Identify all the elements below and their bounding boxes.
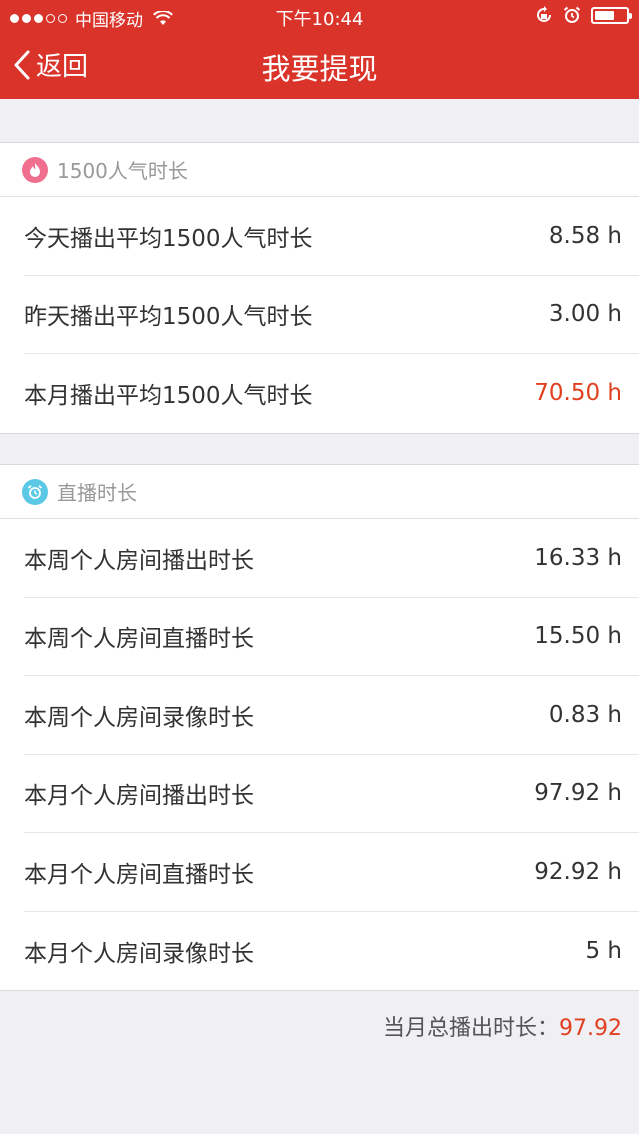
list-item: 本月播出平均1500人气时长 70.50 h: [24, 354, 639, 433]
row-value: 3.00 h: [548, 301, 622, 328]
nav-bar: 返回 我要提现: [0, 32, 639, 99]
row-label: 本月个人房间播出时长: [24, 783, 254, 810]
rotation-lock-icon: [537, 6, 551, 22]
row-label: 本周个人房间直播时长: [24, 626, 254, 653]
status-right: [535, 6, 632, 24]
total-label: 当月总播出时长：: [383, 1016, 560, 1041]
monthly-total: 当月总播出时长：97.92: [383, 1010, 622, 1042]
header: 中国移动 下午10:44 返回 我要提现: [0, 0, 639, 99]
row-label: 本月个人房间直播时长: [24, 861, 254, 888]
row-value: 8.58 h: [548, 222, 622, 249]
section-header: 1500人气时长: [0, 143, 639, 197]
row-value: 92.92 h: [534, 858, 622, 885]
row-label: 今天播出平均1500人气时长: [24, 225, 313, 252]
status-bar: 中国移动 下午10:44: [0, 0, 639, 32]
list-item: 本月个人房间录像时长 5 h: [24, 912, 639, 991]
row-label: 本周个人房间录像时长: [24, 704, 254, 731]
row-value: 16.33 h: [534, 544, 622, 571]
row-value: 70.50 h: [534, 380, 622, 407]
list-item: 本周个人房间直播时长 15.50 h: [24, 598, 639, 676]
list-item: 本周个人房间播出时长 16.33 h: [24, 519, 639, 598]
total-value: 97.92: [559, 1016, 622, 1041]
section-title: 直播时长: [57, 481, 137, 505]
row-label: 本周个人房间播出时长: [24, 547, 254, 574]
row-value: 97.92 h: [534, 780, 622, 807]
list-item: 本月个人房间播出时长 97.92 h: [24, 755, 639, 833]
row-label: 本月播出平均1500人气时长: [24, 383, 313, 410]
section-header: 直播时长: [0, 465, 639, 519]
list-item: 本月个人房间直播时长 92.92 h: [24, 833, 639, 912]
section-live-duration: 直播时长 本周个人房间播出时长 16.33 h 本周个人房间直播时长 15.50…: [0, 464, 639, 991]
row-label: 昨天播出平均1500人气时长: [24, 304, 313, 331]
flame-icon: [22, 156, 48, 183]
row-value: 15.50 h: [534, 623, 622, 650]
list-item: 昨天播出平均1500人气时长 3.00 h: [24, 276, 639, 354]
row-value: 0.83 h: [548, 701, 622, 728]
list-item: 本周个人房间录像时长 0.83 h: [24, 676, 639, 755]
section-popularity: 1500人气时长 今天播出平均1500人气时长 8.58 h 昨天播出平均150…: [0, 142, 639, 434]
battery-icon: [591, 6, 632, 24]
alarm-clock-icon: [22, 478, 48, 505]
section-title: 1500人气时长: [57, 159, 188, 183]
row-value: 5 h: [585, 937, 622, 964]
row-label: 本月个人房间录像时长: [24, 940, 254, 967]
list-item: 今天播出平均1500人气时长 8.58 h: [24, 197, 639, 276]
alarm-icon: [563, 6, 581, 23]
page-title: 我要提现: [261, 52, 378, 86]
